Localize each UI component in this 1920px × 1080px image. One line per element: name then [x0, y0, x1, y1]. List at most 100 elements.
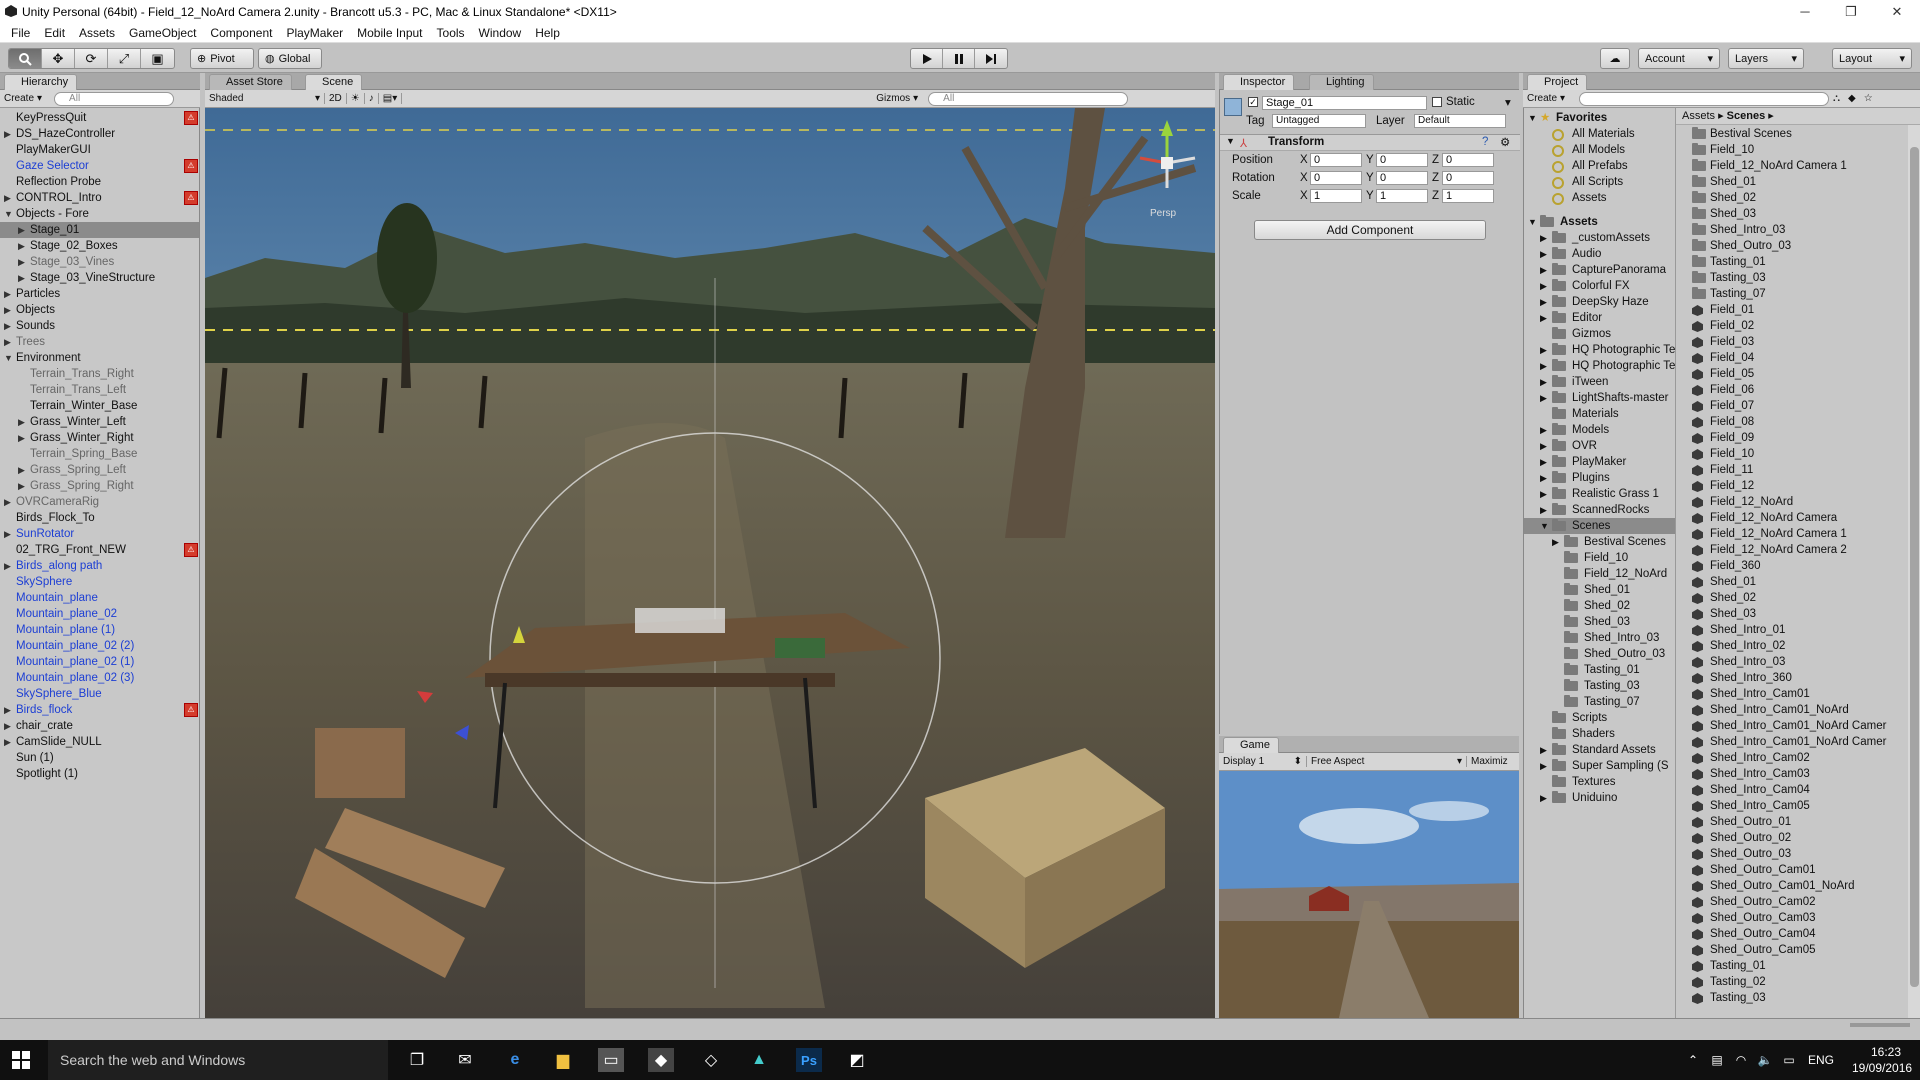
audio-icon[interactable]: ♪ — [365, 93, 379, 104]
favorite-item[interactable]: All Materials — [1524, 126, 1675, 142]
static-checkbox[interactable] — [1432, 97, 1442, 107]
scene-file-item[interactable]: Shed_Intro_Cam05 — [1676, 798, 1908, 814]
windows-start-icon[interactable] — [12, 1051, 30, 1069]
persp-label[interactable]: Persp — [1150, 208, 1176, 219]
help-icon[interactable]: ? — [1482, 136, 1488, 148]
chevron-up-icon[interactable]: ⌃ — [1680, 1048, 1706, 1072]
chevron-right-icon[interactable]: ▶ — [4, 286, 11, 302]
menu-assets[interactable]: Assets — [72, 26, 122, 40]
scene-file-item[interactable]: Shed_Intro_Cam01_NoArd — [1676, 702, 1908, 718]
scene-file-item[interactable]: Field_08 — [1676, 414, 1908, 430]
hierarchy-item[interactable]: ▶ Stage_01 — [0, 222, 199, 238]
hierarchy-item[interactable]: ▶ Grass_Spring_Left — [0, 462, 199, 478]
scene-file-item[interactable]: Tasting_01 — [1676, 958, 1908, 974]
folder-item[interactable]: ▶ Standard Assets — [1524, 742, 1675, 758]
hierarchy-create-button[interactable]: Create ▾ — [0, 93, 46, 104]
folder-item[interactable]: Field_12_NoArd — [1524, 566, 1675, 582]
play-button[interactable] — [911, 49, 943, 68]
hierarchy-item[interactable]: SkySphere_Blue — [0, 686, 199, 702]
clock-time[interactable]: 16:23 — [1862, 1045, 1910, 1059]
transform-z-field[interactable]: 1 — [1442, 189, 1494, 203]
hierarchy-item[interactable]: Sun (1) — [0, 750, 199, 766]
sun-icon[interactable]: ☀ — [347, 93, 365, 104]
scene-file-item[interactable]: Field_01 — [1676, 302, 1908, 318]
chevron-right-icon[interactable]: ▶ — [18, 270, 25, 286]
minimize-button[interactable]: ─ — [1782, 0, 1828, 23]
folder-item[interactable]: ▼ Scenes — [1524, 518, 1675, 534]
chevron-down-icon[interactable]: ▼ — [1528, 110, 1537, 126]
folder-item[interactable]: Shed_01 — [1524, 582, 1675, 598]
hierarchy-item[interactable]: Terrain_Winter_Base — [0, 398, 199, 414]
menu-window[interactable]: Window — [472, 26, 529, 40]
hierarchy-item[interactable]: ▶ Sounds — [0, 318, 199, 334]
scrollbar-thumb[interactable] — [1910, 147, 1919, 987]
menu-help[interactable]: Help — [528, 26, 567, 40]
folder-item[interactable]: ▶ Editor — [1524, 310, 1675, 326]
hand-tool-icon[interactable] — [9, 49, 42, 68]
scene-file-item[interactable]: Field_07 — [1676, 398, 1908, 414]
transform-x-field[interactable]: 0 — [1310, 153, 1362, 167]
chevron-down-icon[interactable]: ▼ — [1528, 214, 1537, 230]
chevron-right-icon[interactable]: ▶ — [4, 526, 11, 542]
folder-item[interactable]: Tasting_03 — [1524, 678, 1675, 694]
scene-file-item[interactable]: Field_04 — [1676, 350, 1908, 366]
scene-viewport[interactable]: Persp — [205, 108, 1215, 1018]
folder-item[interactable]: Shed_03 — [1676, 206, 1908, 222]
breadcrumb-assets[interactable]: Assets — [1682, 110, 1715, 122]
hierarchy-item[interactable]: Terrain_Trans_Left — [0, 382, 199, 398]
folder-item[interactable]: ▶ Colorful FX — [1524, 278, 1675, 294]
chevron-down-icon[interactable]: ▾ — [1505, 95, 1511, 109]
chevron-right-icon[interactable]: ▶ — [1540, 294, 1547, 310]
folder-item[interactable]: ▶ LightShafts-master — [1524, 390, 1675, 406]
hierarchy-item[interactable]: Reflection Probe — [0, 174, 199, 190]
hierarchy-item[interactable]: Terrain_Spring_Base — [0, 446, 199, 462]
project-search-input[interactable] — [1579, 91, 1830, 106]
hierarchy-item[interactable]: ▶ chair_crate — [0, 718, 199, 734]
folder-item[interactable]: Materials — [1524, 406, 1675, 422]
hierarchy-item[interactable]: ▶ Grass_Spring_Right — [0, 478, 199, 494]
scene-file-item[interactable]: Field_05 — [1676, 366, 1908, 382]
unity-hub-icon[interactable]: ◇ — [698, 1048, 724, 1072]
scene-file-item[interactable]: Field_06 — [1676, 382, 1908, 398]
scene-file-item[interactable]: Shed_Intro_Cam04 — [1676, 782, 1908, 798]
folder-item[interactable]: ▶ Audio — [1524, 246, 1675, 262]
scene-file-item[interactable]: Shed_01 — [1676, 574, 1908, 590]
folder-item[interactable]: ▶ OVR — [1524, 438, 1675, 454]
folder-item[interactable]: ▶ _customAssets — [1524, 230, 1675, 246]
maximize-button[interactable]: ❐ — [1828, 0, 1874, 23]
active-checkbox[interactable]: ✓ — [1248, 97, 1258, 107]
scene-file-item[interactable]: Shed_Outro_03 — [1676, 846, 1908, 862]
mode-2d-toggle[interactable]: 2D — [325, 93, 347, 104]
hierarchy-item[interactable]: Mountain_plane — [0, 590, 199, 606]
chevron-right-icon[interactable]: ▶ — [4, 494, 11, 510]
scene-file-item[interactable]: Field_10 — [1676, 446, 1908, 462]
scene-file-item[interactable]: Shed_Outro_02 — [1676, 830, 1908, 846]
hierarchy-item[interactable]: ▶ Birds_flock ⚠ — [0, 702, 199, 718]
notification-icon[interactable]: ▭ — [1776, 1048, 1802, 1072]
chevron-right-icon[interactable]: ▶ — [1552, 534, 1559, 550]
hierarchy-item[interactable]: 02_TRG_Front_NEW ⚠ — [0, 542, 199, 558]
global-toggle[interactable]: ◍ Global — [258, 48, 322, 69]
scene-file-item[interactable]: Field_03 — [1676, 334, 1908, 350]
hierarchy-item[interactable]: ▶ Stage_03_Vines — [0, 254, 199, 270]
scene-file-item[interactable]: Shed_Intro_360 — [1676, 670, 1908, 686]
chevron-right-icon[interactable]: ▶ — [1540, 230, 1547, 246]
folder-item[interactable]: Shed_Intro_03 — [1524, 630, 1675, 646]
folder-item[interactable]: ▶ HQ Photographic Te — [1524, 342, 1675, 358]
add-component-button[interactable]: Add Component — [1254, 220, 1486, 240]
tab-game[interactable]: Game — [1223, 737, 1279, 753]
folder-item[interactable]: ▶ Uniduino — [1524, 790, 1675, 806]
transform-x-field[interactable]: 1 — [1310, 189, 1362, 203]
photoshop-icon[interactable]: Ps — [796, 1048, 822, 1072]
hierarchy-search-input[interactable]: All — [54, 91, 175, 106]
scene-search-input[interactable]: All — [928, 91, 1129, 106]
unity-taskbar-icon[interactable]: ◆ — [648, 1048, 674, 1072]
folder-item[interactable]: ▶ ScannedRocks — [1524, 502, 1675, 518]
folder-item[interactable]: Tasting_07 — [1524, 694, 1675, 710]
scene-file-item[interactable]: Shed_02 — [1676, 590, 1908, 606]
favorite-item[interactable]: Assets — [1524, 190, 1675, 206]
scene-file-item[interactable]: Shed_Intro_Cam01 — [1676, 686, 1908, 702]
chevron-right-icon[interactable]: ▶ — [1540, 790, 1547, 806]
scene-file-item[interactable]: Field_02 — [1676, 318, 1908, 334]
volume-icon[interactable]: 🔈 — [1752, 1048, 1778, 1072]
